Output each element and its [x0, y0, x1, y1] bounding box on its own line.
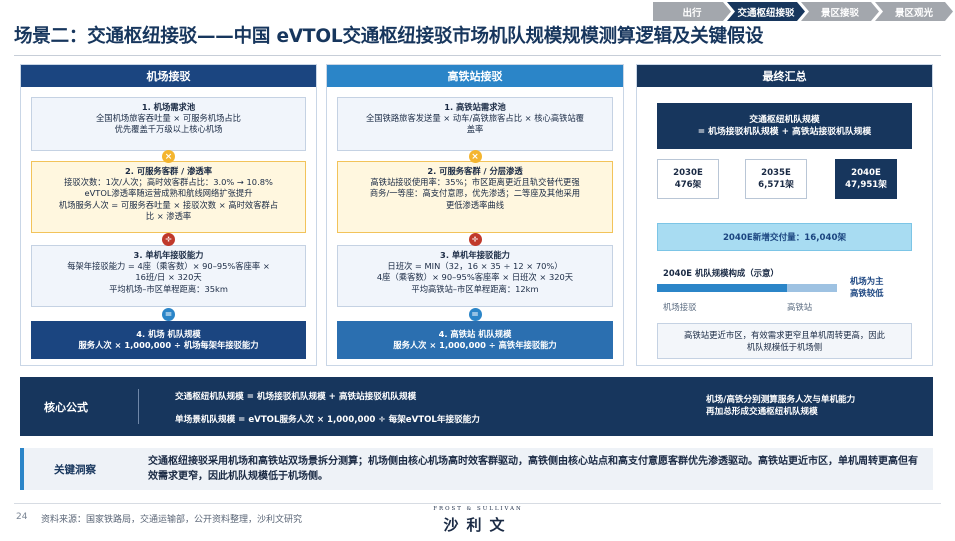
airport-step2-line: eVTOL渗透率随运营成熟和航线网络扩张提升: [84, 188, 253, 199]
airport-step3-box: 3. 单机年接驳能力 每架年接驳能力 = 4座（乘客数）× 90–95%客座率 …: [31, 245, 306, 307]
airport-step1-title: 1. 机场需求池: [141, 102, 196, 112]
new-delivery-box: 2040E新增交付量：16,040架: [657, 223, 912, 251]
airport-step4-title: 4. 机场 机队规模: [136, 328, 201, 339]
structure-rail-label: 高铁站: [787, 302, 813, 312]
core-note-line: 再加总形成交通枢纽机队规模: [706, 407, 818, 417]
equals-icon: =: [468, 308, 482, 321]
year-label: 2030E: [673, 168, 703, 178]
rail-panel: 高铁站接驳 1. 高铁站需求池 全国铁路旅客发送量 × 动车/高铁旅客占比 × …: [326, 64, 624, 366]
page-number: 24: [16, 512, 28, 522]
core-formula-band: 核心公式 交通枢纽机队规模 = 机场接驳机队规模 + 高铁站接驳机队规模 单场景…: [20, 377, 933, 436]
nav-tab-scenic-tour[interactable]: 景区观光: [875, 2, 953, 21]
source-note: 资料来源：国家铁路局，交通运输部，公开资料整理，沙利文研究: [41, 515, 303, 525]
airport-step2-line: 机场服务人次 = 可服务吞吐量 × 接驳次数 × 高时效客群占: [58, 199, 279, 210]
rail-step3-line: 4座（乘客数）× 90–95%客座率 × 日班次 × 320天: [376, 272, 574, 283]
airport-step4-box: 4. 机场 机队规模 服务人次 × 1,000,000 ÷ 机场每架年接驳能力: [31, 321, 306, 359]
structure-note-line: 高铁较低: [850, 288, 884, 298]
airport-step3-line: 每架年接驳能力 = 4座（乘客数）× 90–95%客座率 ×: [67, 261, 270, 272]
frost-sullivan-logo: FROST & SULLIVAN 沙利文: [418, 506, 538, 535]
key-insight-text: 交通枢纽接驳采用机场和高铁站双场景拆分测算；机场侧由核心机场高时效客群驱动，高铁…: [148, 456, 918, 482]
nav-tab-scenic-transfer[interactable]: 景区接驳: [801, 2, 879, 21]
summary-note-line: 高铁站更近市区，有效需求更窄且单机周转更高，因此: [684, 330, 885, 340]
airport-step2-title: 2. 可服务客群 / 渗透率: [125, 166, 212, 176]
airport-step4-line: 服务人次 × 1,000,000 ÷ 机场每架年接驳能力: [78, 340, 259, 350]
rail-step3-box: 3. 单机年接驳能力 日班次 = MIN（32，16 × 35 ÷ 12 × 7…: [337, 245, 613, 307]
summary-panel: 最终汇总 交通枢纽机队规模 = 机场接驳机队规模 + 高铁站接驳机队规模 203…: [636, 64, 933, 366]
summary-formula-box: 交通枢纽机队规模 = 机场接驳机队规模 + 高铁站接驳机队规模: [657, 103, 912, 149]
rail-panel-header: 高铁站接驳: [327, 65, 623, 87]
airport-panel-header: 机场接驳: [21, 65, 316, 87]
airport-step1-line: 优先覆盖千万级以上核心机场: [114, 124, 223, 135]
airport-step1-box: 1. 机场需求池 全国机场旅客吞吐量 × 可服务机场占比 优先覆盖千万级以上核心…: [31, 97, 306, 151]
structure-label: 2040E 机队规模构成（示意）: [663, 268, 779, 278]
year-card-2040: 2040E 47,951架: [835, 159, 897, 199]
logo-english: FROST & SULLIVAN: [433, 506, 523, 512]
airport-step3-line: 平均机场–市区单程距离：35km: [109, 283, 228, 294]
rail-step1-box: 1. 高铁站需求池 全国铁路旅客发送量 × 动车/高铁旅客占比 × 核心高铁站覆…: [337, 97, 613, 151]
year-value: 47,951架: [845, 180, 887, 190]
section-nav: 出行 交通枢纽接驳 景区接驳 景区观光: [653, 2, 953, 21]
structure-bar-rail: [786, 284, 837, 292]
year-card-2030: 2030E 476架: [657, 159, 719, 199]
rail-step2-title: 2. 可服务客群 / 分层渗透: [427, 166, 523, 176]
airport-step1-line: 全国机场旅客吞吐量 × 可服务机场占比: [96, 113, 241, 124]
year-value: 6,571架: [758, 180, 794, 190]
footer-divider: [14, 503, 941, 504]
core-divider: [138, 389, 139, 424]
summary-formula-line: = 机场接驳机队规模 + 高铁站接驳机队规模: [697, 127, 872, 137]
airport-step3-title: 3. 单机年接驳能力: [133, 250, 204, 260]
key-insight-label: 关键洞察: [54, 463, 96, 476]
airport-panel: 机场接驳 1. 机场需求池 全国机场旅客吞吐量 × 可服务机场占比 优先覆盖千万…: [20, 64, 317, 366]
core-formula-note: 机场/高铁分别测算服务人次与单机能力 再加总形成交通枢纽机队规模: [706, 394, 855, 418]
multiply-icon: ×: [468, 150, 482, 163]
equals-icon: =: [162, 308, 175, 321]
structure-note-line: 机场为主: [850, 276, 884, 286]
structure-bar-airport: [657, 284, 787, 292]
airport-step3-line: 16班/日 × 320天: [135, 272, 202, 283]
rail-step1-line: 全国铁路旅客发送量 × 动车/高铁旅客占比 × 核心高铁站覆: [365, 113, 585, 124]
rail-step1-title: 1. 高铁站需求池: [444, 102, 506, 112]
summary-panel-header: 最终汇总: [637, 65, 932, 87]
core-formula-2: 单场景机队规模 = eVTOL服务人次 × 1,000,000 ÷ 每架eVTO…: [175, 415, 480, 425]
insight-accent-bar: [20, 448, 24, 490]
airport-step2-box: 2. 可服务客群 / 渗透率 接驳次数：1次/人次；高时效客群占比：3.0% →…: [31, 161, 306, 233]
year-value: 476架: [674, 180, 702, 190]
rail-step1-line: 盖率: [466, 124, 484, 135]
nav-tab-hub-transfer[interactable]: 交通枢纽接驳: [727, 2, 805, 21]
core-formula-label: 核心公式: [44, 400, 88, 414]
divide-icon: ÷: [162, 233, 175, 246]
summary-note-line: 机队规模低于机场侧: [746, 342, 823, 352]
year-card-2035: 2035E 6,571架: [745, 159, 807, 199]
multiply-icon: ×: [162, 150, 175, 163]
structure-airport-label: 机场接驳: [663, 302, 697, 312]
key-insight-band: 关键洞察 交通枢纽接驳采用机场和高铁站双场景拆分测算；机场侧由核心机场高时效客群…: [20, 448, 933, 490]
summary-formula-title: 交通枢纽机队规模: [749, 115, 820, 125]
year-label: 2035E: [761, 168, 791, 178]
rail-step3-line: 日班次 = MIN（32，16 × 35 ÷ 12 × 70%）: [387, 261, 563, 272]
summary-note-box: 高铁站更近市区，有效需求更窄且单机周转更高，因此 机队规模低于机场侧: [657, 323, 912, 359]
rail-step2-line: 高铁站接驳使用率：35%；市区距离更近且轨交替代更强: [370, 177, 580, 188]
rail-step4-line: 服务人次 × 1,000,000 ÷ 高铁年接驳能力: [393, 340, 557, 350]
rail-step2-line: 商务/一等座：高支付意愿，优先渗透；二等座及其他采用: [369, 188, 581, 199]
rail-step3-line: 平均高铁站–市区单程距离：12km: [411, 283, 539, 294]
structure-note: 机场为主 高铁较低: [850, 275, 884, 299]
year-label: 2040E: [851, 168, 881, 178]
core-note-line: 机场/高铁分别测算服务人次与单机能力: [706, 395, 856, 405]
rail-step2-line: 更低渗透率曲线: [445, 199, 505, 210]
nav-tab-travel[interactable]: 出行: [653, 2, 731, 21]
rail-step3-title: 3. 单机年接驳能力: [440, 250, 510, 260]
rail-step4-title: 4. 高铁站 机队规模: [438, 328, 512, 339]
core-formula-1: 交通枢纽机队规模 = 机场接驳机队规模 + 高铁站接驳机队规模: [175, 392, 417, 402]
structure-bar: [657, 284, 837, 292]
rail-step4-box: 4. 高铁站 机队规模 服务人次 × 1,000,000 ÷ 高铁年接驳能力: [337, 321, 613, 359]
divide-icon: ÷: [468, 233, 482, 246]
airport-step2-line: 比 × 渗透率: [145, 210, 192, 221]
logo-chinese: 沙利文: [443, 516, 513, 534]
title-divider: [14, 55, 941, 56]
page-title: 场景二：交通枢纽接驳——中国 eVTOL交通枢纽接驳市场机队规模规模测算逻辑及关…: [14, 26, 764, 47]
airport-step2-line: 接驳次数：1次/人次；高时效客群占比：3.0% → 10.8%: [64, 177, 273, 188]
rail-step2-box: 2. 可服务客群 / 分层渗透 高铁站接驳使用率：35%；市区距离更近且轨交替代…: [337, 161, 613, 233]
